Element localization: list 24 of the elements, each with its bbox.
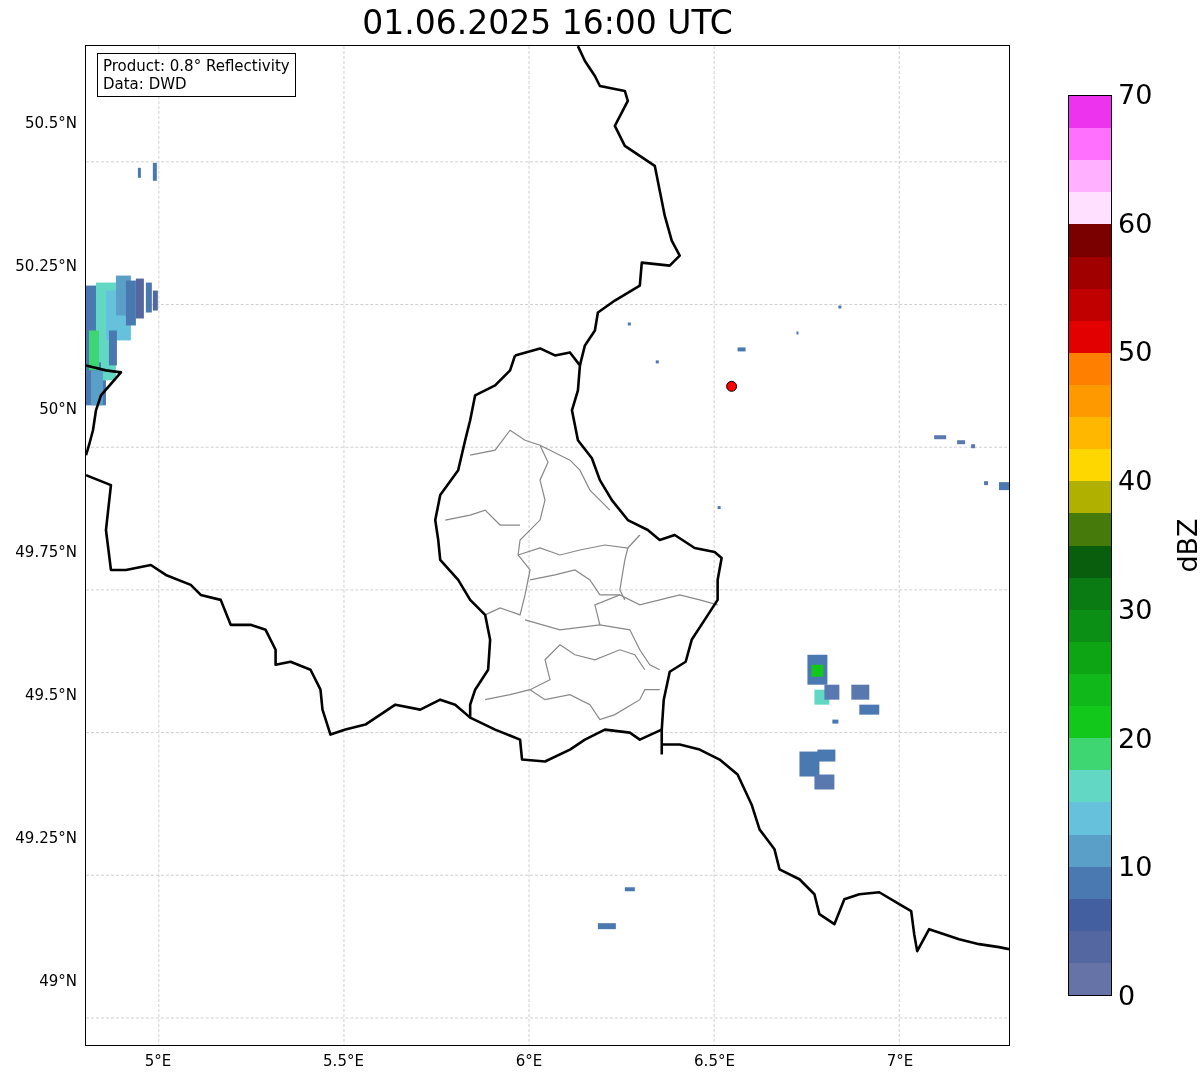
axis-tick-label: 49.75°N: [15, 545, 77, 560]
colorbar-tick-label: 0: [1118, 980, 1136, 1012]
colorbar-tick-label: 60: [1118, 207, 1153, 240]
colorbar-tick-label: 50: [1118, 336, 1153, 369]
colorbar-tick-label: 40: [1118, 465, 1153, 498]
axis-tick-label: 6°E: [515, 1052, 543, 1070]
axis-tick-label: 50.25°N: [15, 259, 77, 274]
colorbar-label: dBZ: [1171, 518, 1202, 573]
axis-tick-label: 50°N: [39, 402, 77, 417]
chart-title: 01.06.2025 16:00 UTC: [362, 2, 733, 44]
axis-tick-label: 5.5°E: [323, 1052, 364, 1070]
colorbar-tick-label: 70: [1118, 79, 1153, 111]
axis-tick-label: 7°E: [886, 1052, 914, 1070]
axis-tick-label: 5°E: [144, 1052, 172, 1070]
axis-tick-label: 49.25°N: [15, 831, 77, 846]
axis-tick-label: 49°N: [39, 974, 77, 989]
info-text: Data: DWD: [103, 75, 188, 93]
colorbar-tick-label: 20: [1118, 722, 1153, 755]
axis-tick-label: 50.5°N: [24, 116, 77, 131]
axis-tick-label: 6.5°E: [694, 1052, 735, 1070]
info-text: Product: 0.8° Reflectivity: [103, 57, 290, 75]
colorbar-tick-label: 30: [1118, 593, 1153, 626]
axis-tick-label: 49.5°N: [24, 688, 77, 703]
colorbar-tick-label: 10: [1118, 851, 1153, 884]
